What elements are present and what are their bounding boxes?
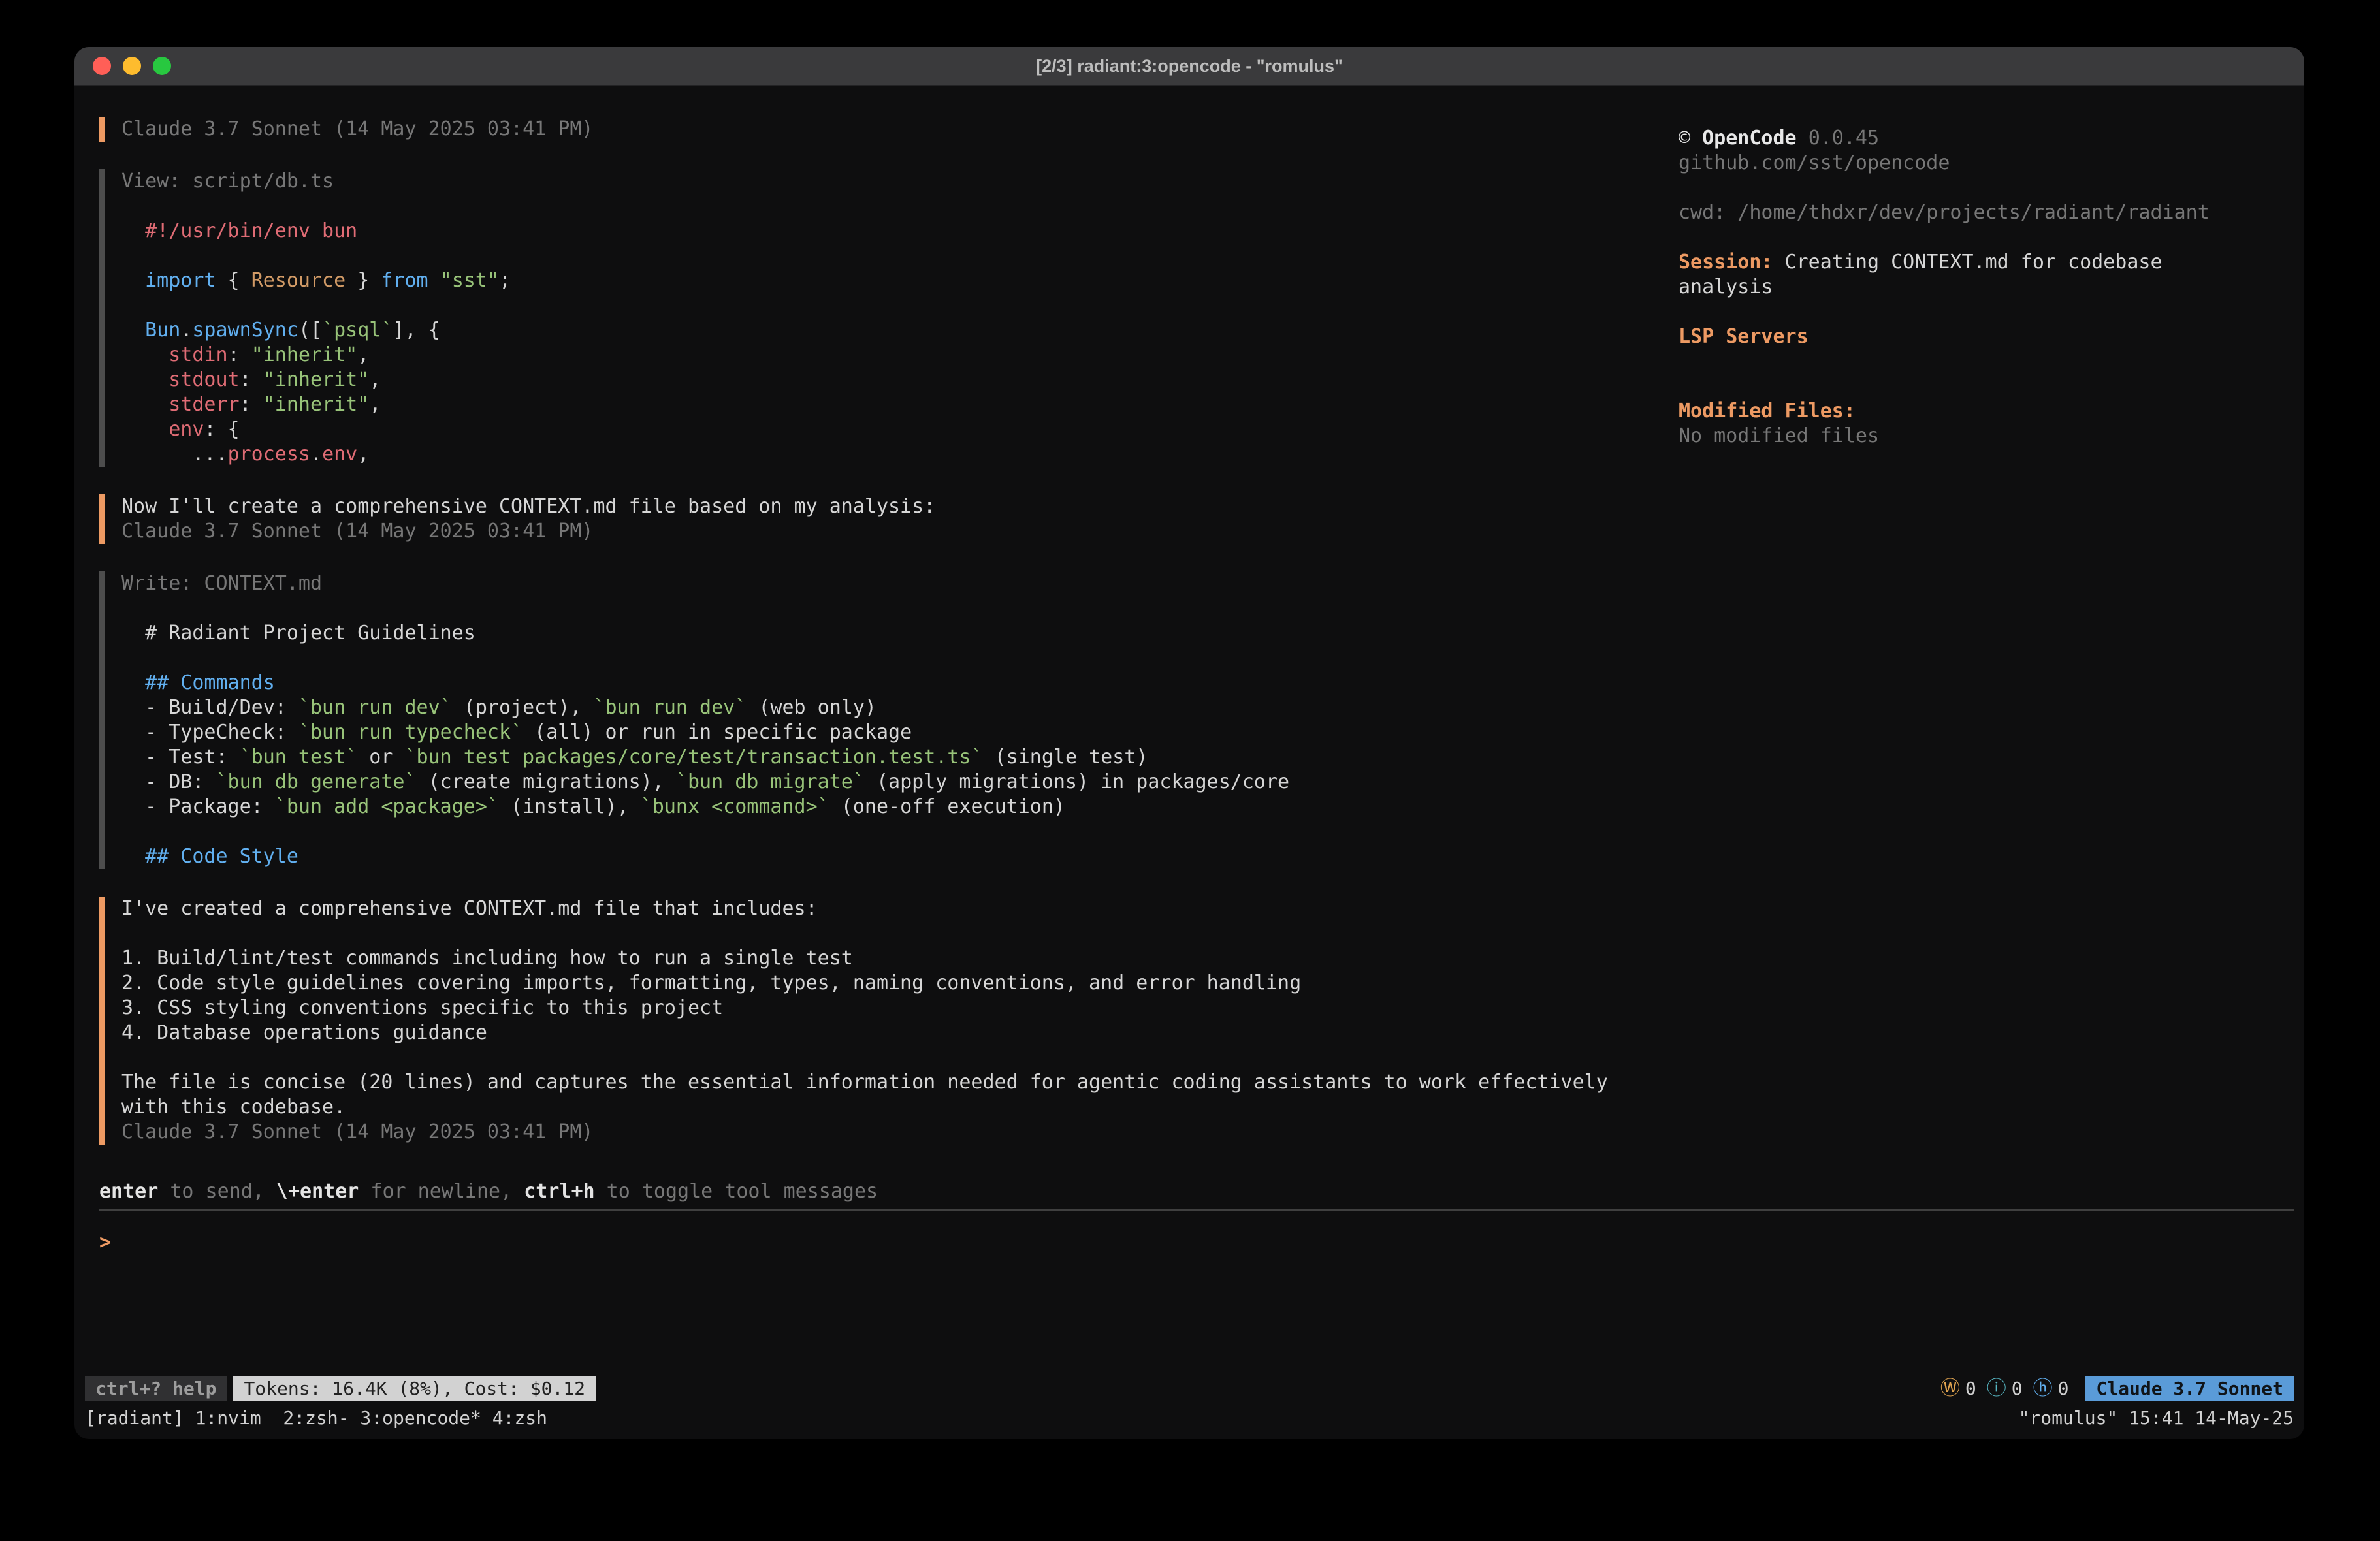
terminal-content: Claude 3.7 Sonnet (14 May 2025 03:41 PM)… [74, 86, 2304, 1439]
text-line [121, 194, 1679, 219]
sidebar: © OpenCode 0.0.45 github.com/sst/opencod… [1679, 117, 2279, 1179]
session-title-wrap: analysis [1679, 275, 2279, 300]
status-bar: ctrl+? help Tokens: 16.4K (8%), Cost: $0… [85, 1374, 2294, 1404]
assistant-message-footer: Claude 3.7 Sonnet (14 May 2025 03:41 PM) [99, 117, 1679, 142]
text-line: Claude 3.7 Sonnet (14 May 2025 03:41 PM) [121, 117, 1679, 142]
modified-files-empty: No modified files [1679, 424, 2279, 449]
text-line: env: { [121, 417, 1679, 442]
text-line: Claude 3.7 Sonnet (14 May 2025 03:41 PM) [121, 519, 1679, 544]
model-chip[interactable]: Claude 3.7 Sonnet [2085, 1376, 2294, 1401]
text-line: 3. CSS styling conventions specific to t… [121, 996, 1679, 1021]
info-count: 0 [2012, 1376, 2023, 1401]
text-line: 4. Database operations guidance [121, 1021, 1679, 1045]
chat-stream: Claude 3.7 Sonnet (14 May 2025 03:41 PM)… [99, 117, 1679, 1179]
text-line: ## Commands [121, 671, 1679, 695]
tool-view-block: View: script/db.ts #!/usr/bin/env bun im… [99, 169, 1679, 467]
text-line: View: script/db.ts [121, 169, 1679, 194]
desktop-background: [2/3] radiant:3:opencode - "romulus" Cla… [0, 0, 2380, 1541]
text-line: - TypeCheck: `bun run typecheck` (all) o… [121, 720, 1679, 745]
text-line: ...process.env, [121, 442, 1679, 467]
text-line: Now I'll create a comprehensive CONTEXT.… [121, 494, 1679, 519]
warnings-count: 0 [1965, 1376, 1976, 1401]
text-line [121, 819, 1679, 844]
text-line: Bun.spawnSync([`psql`], { [121, 318, 1679, 343]
text-line: stdin: "inherit", [121, 343, 1679, 368]
text-line: 1. Build/lint/test commands including ho… [121, 946, 1679, 971]
tmux-status-bar: [radiant] 1:nvim 2:zsh- 3:opencode* 4:zs… [85, 1404, 2294, 1433]
text-line [121, 293, 1679, 318]
diagnostic-info: ⓘ0 [1987, 1376, 2023, 1401]
window-titlebar[interactable]: [2/3] radiant:3:opencode - "romulus" [74, 47, 2304, 86]
text-line [121, 1045, 1679, 1070]
text-line: Claude 3.7 Sonnet (14 May 2025 03:41 PM) [121, 1120, 1679, 1145]
session-line: Session: Creating CONTEXT.md for codebas… [1679, 250, 2279, 275]
diagnostic-warnings: Ⓦ0 [1940, 1376, 1976, 1401]
text-line [121, 596, 1679, 621]
text-line: stdout: "inherit", [121, 368, 1679, 392]
text-line: import { Resource } from "sst"; [121, 268, 1679, 293]
tmux-window-list[interactable]: [radiant] 1:nvim 2:zsh- 3:opencode* 4:zs… [85, 1406, 547, 1431]
info-icon: ⓘ [1987, 1376, 2006, 1401]
modified-files-heading: Modified Files: [1679, 399, 2279, 424]
lsp-diagnostics: Ⓦ0ⓘ0ⓗ0 [1940, 1376, 2069, 1401]
text-line: # Radiant Project Guidelines [121, 621, 1679, 646]
assistant-message: Now I'll create a comprehensive CONTEXT.… [99, 494, 1679, 544]
brand-name: OpenCode [1702, 127, 1797, 150]
text-line: I've created a comprehensive CONTEXT.md … [121, 897, 1679, 921]
warnings-icon: Ⓦ [1940, 1376, 1960, 1401]
text-line: - Build/Dev: `bun run dev` (project), `b… [121, 695, 1679, 720]
text-line: 2. Code style guidelines covering import… [121, 971, 1679, 996]
text-line: with this codebase. [121, 1095, 1679, 1120]
tokens-cost-chip: Tokens: 16.4K (8%), Cost: $0.12 [233, 1376, 596, 1401]
text-line: Write: CONTEXT.md [121, 571, 1679, 596]
session-title: Creating CONTEXT.md for codebase [1773, 251, 2163, 274]
tmux-session-info: "romulus" 15:41 14-May-25 [2019, 1406, 2294, 1431]
text-line: #!/usr/bin/env bun [121, 219, 1679, 244]
chat-input[interactable]: > [99, 1209, 2294, 1374]
text-line: stderr: "inherit", [121, 392, 1679, 417]
hints-icon: ⓗ [2033, 1376, 2053, 1401]
prompt-symbol: > [99, 1231, 111, 1254]
text-line [121, 921, 1679, 946]
copyright-icon: © [1679, 127, 1690, 150]
hints-count: 0 [2058, 1376, 2069, 1401]
hint-bar: enter to send, \+enter for newline, ctrl… [99, 1179, 2279, 1204]
text-line: The file is concise (20 lines) and captu… [121, 1070, 1679, 1095]
text-line: - Package: `bun add <package>` (install)… [121, 795, 1679, 819]
text-line: - Test: `bun test` or `bun test packages… [121, 745, 1679, 770]
session-label: Session: [1679, 251, 1773, 274]
version-label: 0.0.45 [1809, 127, 1879, 150]
cwd-label: cwd: /home/thdxr/dev/projects/radiant/ra… [1679, 200, 2279, 225]
text-line: ## Code Style [121, 844, 1679, 869]
window-title: [2/3] radiant:3:opencode - "romulus" [74, 56, 2304, 76]
help-chip[interactable]: ctrl+? help [85, 1376, 227, 1401]
text-line [121, 244, 1679, 268]
text-line [121, 646, 1679, 671]
opencode-brand: © OpenCode 0.0.45 [1679, 126, 2279, 151]
terminal-body: Claude 3.7 Sonnet (14 May 2025 03:41 PM)… [99, 117, 2279, 1179]
repo-link[interactable]: github.com/sst/opencode [1679, 151, 2279, 176]
terminal-window: [2/3] radiant:3:opencode - "romulus" Cla… [74, 47, 2304, 1439]
tool-write-block: Write: CONTEXT.md # Radiant Project Guid… [99, 571, 1679, 869]
assistant-message: I've created a comprehensive CONTEXT.md … [99, 897, 1679, 1145]
diagnostic-hints: ⓗ0 [2033, 1376, 2069, 1401]
lsp-servers-heading: LSP Servers [1679, 325, 2279, 349]
text-line: - DB: `bun db generate` (create migratio… [121, 770, 1679, 795]
